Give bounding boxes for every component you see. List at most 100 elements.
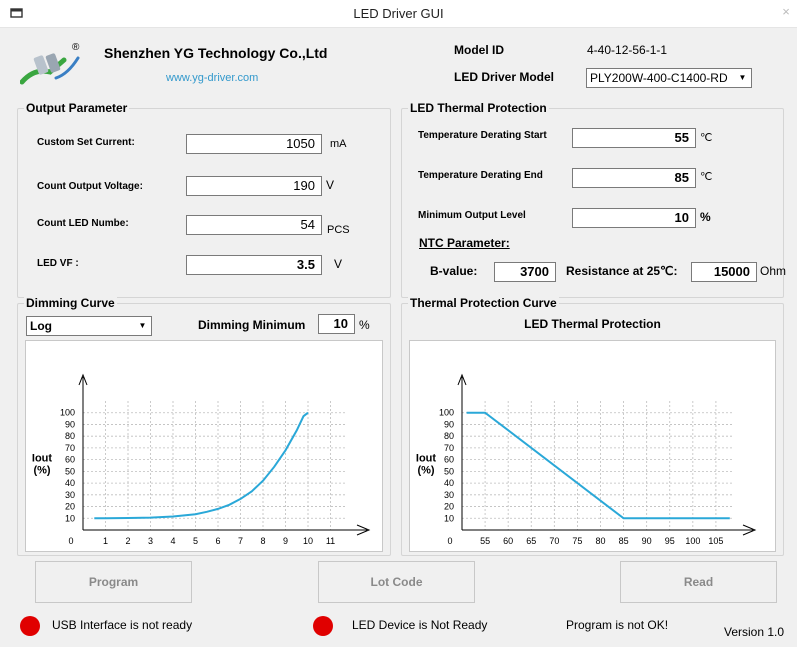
- thermal-protection-title: LED Thermal Protection: [408, 101, 549, 115]
- led-vf-input[interactable]: 3.5: [186, 255, 322, 275]
- thermal-chart-xtick-label: 80: [595, 536, 605, 546]
- count-output-voltage-unit: V: [326, 178, 335, 192]
- registered-mark: ®: [72, 42, 80, 53]
- dimming-minimum-label: Dimming Minimum: [198, 318, 306, 332]
- resistance-label: Resistance at 25℃:: [566, 264, 678, 278]
- count-output-voltage-label: Count Output Voltage:: [37, 181, 143, 192]
- lot-code-button[interactable]: Lot Code: [318, 561, 475, 603]
- thermal-chart-ytick-label: 100: [439, 408, 454, 418]
- model-id-value: 4-40-12-56-1-1: [587, 43, 668, 57]
- led-driver-model-select[interactable]: PLY200W-400-C1400-RD ▼: [586, 68, 752, 88]
- derating-start-label: Temperature Derating Start: [418, 130, 547, 141]
- version-label: Version 1.0: [724, 625, 785, 639]
- thermal-chart-xtick-label: 90: [642, 536, 652, 546]
- dimming-chart-ytick-label: 50: [65, 466, 75, 476]
- thermal-chart-ytick-label: 30: [444, 490, 454, 500]
- model-id-label: Model ID: [454, 43, 504, 57]
- dimming-curve-title: Dimming Curve: [24, 296, 117, 310]
- custom-set-current-input[interactable]: 1050: [186, 134, 322, 154]
- min-output-level-input[interactable]: 10: [572, 208, 696, 228]
- thermal-chart-grid: [462, 401, 733, 530]
- dimming-chart-ytick-label: 10: [65, 513, 75, 523]
- dimming-mode-select[interactable]: Log ▼: [26, 316, 152, 336]
- thermal-chart-xtick-label: 55: [480, 536, 490, 546]
- min-output-level-label: Minimum Output Level: [418, 210, 526, 221]
- thermal-chart-xtick-label: 75: [572, 536, 582, 546]
- count-led-number-input[interactable]: 54: [186, 215, 322, 235]
- dimming-chart: 1020304050607080901000 1 2 3 4 5 6 7 8 9 10 11Iout(…: [32, 373, 371, 570]
- dimming-chart-xtick-label: 5: [193, 536, 198, 546]
- thermal-chart-ylabel: Iout (%): [416, 453, 436, 477]
- dimming-chart-xtick-label: 10: [303, 536, 313, 546]
- company-name: Shenzhen YG Technology Co.,Ltd: [104, 45, 328, 61]
- thermal-chart-xtick-label: 65: [526, 536, 536, 546]
- thermal-chart-title: LED Thermal Protection: [524, 317, 661, 331]
- custom-set-current-unit: mA: [330, 138, 347, 150]
- close-button[interactable]: ×: [775, 0, 797, 26]
- dimming-chart-xtick-label: 0: [68, 536, 73, 546]
- thermal-chart-xtick-label: 0: [447, 536, 452, 546]
- thermal-chart-xtick-label: 60: [503, 536, 513, 546]
- ntc-parameter-title: NTC Parameter:: [419, 236, 510, 250]
- thermal-chart-xtick-label: 95: [665, 536, 675, 546]
- led-device-status-indicator: [313, 616, 333, 636]
- resistance-unit: Ohm: [760, 264, 787, 278]
- derating-end-input[interactable]: 85: [572, 168, 696, 188]
- dimming-chart-xtick-label: 9: [283, 536, 288, 546]
- read-button[interactable]: Read: [620, 561, 777, 603]
- output-parameter-title: Output Parameter: [24, 101, 130, 115]
- thermal-chart-panel: 10 20 30 40 50 60 70 80 90 100 0 55 60 65 70 75 80 85 90 95…: [409, 340, 776, 570]
- program-button[interactable]: Program: [35, 561, 192, 603]
- dimming-minimum-unit: %: [359, 318, 370, 332]
- company-logo: [20, 53, 80, 85]
- thermal-chart-ytick-label: 80: [444, 431, 454, 441]
- dimming-chart-xtick-label: 1: [103, 536, 108, 546]
- thermal-chart-ytick-label: 90: [444, 419, 454, 429]
- thermal-chart-ytick-label: 70: [444, 443, 454, 453]
- derating-start-input[interactable]: 55: [572, 128, 696, 148]
- dimming-chart-ytick-label: 20: [65, 502, 75, 512]
- main-window: ® Shenzhen YG Technology Co.,Ltd www.yg-…: [0, 28, 797, 647]
- chevron-down-icon: ▼: [138, 321, 147, 330]
- resistance-input[interactable]: 15000: [691, 262, 757, 282]
- dimming-minimum-input[interactable]: 10: [318, 314, 355, 334]
- thermal-chart-xtick-label: 85: [619, 536, 629, 546]
- b-value-input[interactable]: 3700: [494, 262, 556, 282]
- program-status-text: Program is not OK!: [566, 618, 669, 632]
- thermal-chart-xtick-label: 105: [708, 536, 723, 546]
- dimming-chart-ytick-label: 30: [65, 490, 75, 500]
- chevron-down-icon: ▼: [738, 73, 747, 82]
- window-title: LED Driver GUI: [353, 6, 444, 21]
- thermal-chart-ytick-label: 50: [444, 466, 454, 476]
- dimming-chart-xtick-label: 11: [326, 536, 335, 546]
- led-device-status-text: LED Device is Not Ready: [352, 618, 488, 632]
- derating-end-unit: ℃: [700, 171, 713, 183]
- count-led-number-unit: PCS: [327, 224, 350, 236]
- dimming-chart-xtick-label: 2: [125, 536, 130, 546]
- led-vf-unit: V: [334, 257, 343, 271]
- dimming-chart-ylabel: Iout (%): [32, 453, 52, 477]
- dimming-chart-ytick-label: 90: [65, 419, 75, 429]
- derating-end-label: Temperature Derating End: [418, 170, 543, 181]
- led-driver-model-label: LED Driver Model: [454, 70, 555, 84]
- dimming-chart-xtick-label: 3: [148, 536, 153, 546]
- thermal-chart: 1020304050607080901000 55 60 65 70 75 80 85 90 95…: [416, 373, 757, 570]
- b-value-label: B-value:: [430, 264, 478, 278]
- count-output-voltage-input[interactable]: 190: [186, 176, 322, 196]
- dimming-chart-xtick-label: 6: [215, 536, 220, 546]
- dimming-chart-ytick-label: 80: [65, 431, 75, 441]
- dimming-chart-series-line: [94, 411, 309, 520]
- derating-start-unit: ℃: [700, 132, 713, 144]
- thermal-chart-ytick-label: 40: [444, 478, 454, 488]
- dimming-chart-xtick-label: 4: [170, 536, 175, 546]
- thermal-chart-ylabel-line: Iout: [416, 453, 436, 465]
- thermal-chart-ytick-label: 20: [444, 502, 454, 512]
- title-bar: LED Driver GUI ×: [0, 0, 797, 28]
- company-website[interactable]: www.yg-driver.com: [166, 72, 258, 84]
- led-driver-model-value: PLY200W-400-C1400-RD: [590, 71, 728, 85]
- led-vf-label: LED VF :: [37, 258, 79, 269]
- thermal-chart-ytick-label: 60: [444, 455, 454, 465]
- thermal-chart-ytick-label: 10: [444, 513, 454, 523]
- dimming-chart-xtick-label: 8: [260, 536, 265, 546]
- custom-set-current-label: Custom Set Current:: [37, 137, 135, 148]
